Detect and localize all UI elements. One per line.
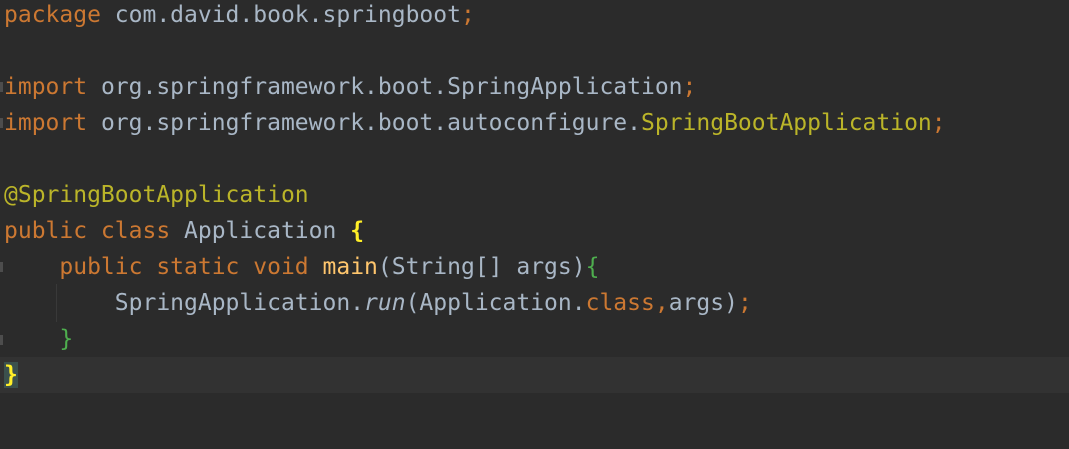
code-line[interactable]: public class Application { [0,213,1069,249]
code-token-keyword: package [4,2,101,28]
code-line[interactable]: import org.springframework.boot.autoconf… [0,105,1069,141]
code-line[interactable]: @SpringBootApplication [0,177,1069,213]
code-token-brace-green: } [59,326,74,352]
code-token-keyword: ; [460,2,475,28]
code-token-keyword: import [4,74,88,100]
code-token-plain: org.springframework.boot.SpringApplicati… [87,74,683,100]
fold-marker-icon[interactable] [0,82,3,92]
code-editor[interactable]: package com.david.book.springboot; import… [0,0,1069,449]
code-line[interactable] [0,141,1069,177]
code-token-plain: (String[] args) [377,254,586,280]
code-token-brace-hl: { [350,218,365,244]
code-token-brace-green: { [585,254,600,280]
code-token-annotation: @SpringBootApplication [4,182,309,208]
code-line[interactable] [0,33,1069,69]
code-line[interactable]: } [0,357,1069,393]
code-token-keyword: public static void [4,254,309,280]
code-line-text: import org.springframework.boot.SpringAp… [4,69,696,105]
fold-marker-icon[interactable] [0,118,3,128]
code-token-keyword: public class [4,218,171,244]
code-token-plain: com.david.book.springboot [100,2,461,28]
fold-marker-icon[interactable] [0,335,3,345]
code-line-text: public class Application { [4,213,364,249]
code-line[interactable]: } [0,321,1069,357]
code-token-keyword: ; [931,110,946,136]
code-line-text: public static void main(String[] args){ [4,249,599,285]
code-line-text: } [4,321,73,357]
code-line-text: } [4,357,18,393]
code-line[interactable]: package com.david.book.springboot; [0,0,1069,33]
code-token-plain: SpringApplication. [4,290,365,316]
indent-guide [56,284,57,322]
code-token-keyword: import [4,110,88,136]
code-token-plain: args) [668,290,738,316]
code-line-text: import org.springframework.boot.autoconf… [4,105,946,141]
code-line[interactable]: SpringApplication.run(Application.class,… [0,285,1069,321]
code-token-keyword: ; [737,290,752,316]
code-token-brace-hl-bg: } [4,362,18,388]
code-token-static-call: run [364,290,406,316]
code-line[interactable]: public static void main(String[] args){ [0,249,1069,285]
code-line[interactable]: import org.springframework.boot.SpringAp… [0,69,1069,105]
code-line-text: @SpringBootApplication [4,177,309,213]
fold-marker-icon[interactable] [0,262,3,272]
code-line-text: SpringApplication.run(Application.class,… [4,285,752,321]
code-line-text: package com.david.book.springboot; [4,0,475,33]
code-token-annotation: SpringBootApplication [640,110,932,136]
code-token-keyword: , [654,290,669,316]
code-token-plain: (Application. [405,290,586,316]
code-token-plain: Application [170,218,351,244]
code-token-method: main [322,254,378,280]
code-token-keyword: ; [682,74,697,100]
code-token-plain: org.springframework.boot.autoconfigure. [87,110,641,136]
code-token-keyword: class [585,290,655,316]
